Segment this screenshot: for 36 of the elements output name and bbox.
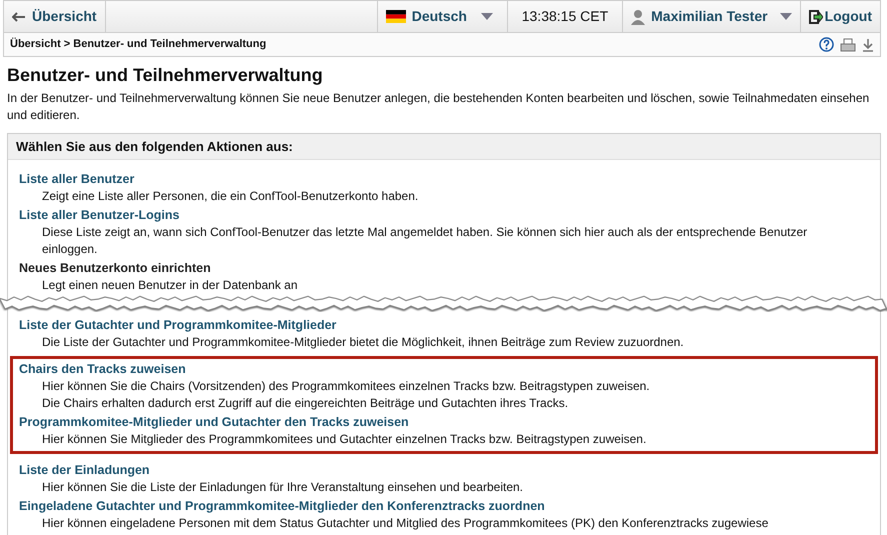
panel-heading: Wählen Sie aus den folgenden Aktionen aus: (8, 134, 880, 160)
action-link[interactable]: Eingeladene Gutachter und Programmkomitee-Mitglieder den Konferenztracks zuordnen (19, 498, 545, 515)
action-link[interactable]: Liste aller Benutzer (19, 171, 134, 188)
language-dropdown[interactable]: Deutsch (376, 1, 507, 32)
action-description: Zeigt eine Liste aller Personen, die ein ConfTool-Benutzerkonto haben. (41, 188, 420, 205)
action-title: Neues Benutzerkonto einrichten (19, 260, 211, 277)
print-icon[interactable] (840, 38, 856, 52)
action-description: Hier können eingeladene Personen mit dem Status Gutachter und Mitglied des Programmkomitees (PK) den Konferenztracks zugewiese (41, 515, 770, 532)
back-link[interactable]: Übersicht (4, 1, 105, 32)
action-description: einloggen. (41, 241, 98, 258)
caret-icon (480, 13, 493, 20)
download-icon[interactable] (862, 38, 874, 52)
action-description: Hier können Sie die Chairs (Vorsitzenden) des Programmkomitees einzelnen Tracks bzw. Beitragstypen zuweisen. (41, 378, 651, 395)
action-description: Hier können Sie Mitglieder des Programmkomitees und Gutachter einzelnen Tracks bzw. Beitragstypen zuweisen. (41, 431, 648, 448)
logout-button[interactable]: Logout (800, 1, 880, 32)
action-description: Die Chairs erhalten dadurch erst Zugriff auf die eingereichten Beiträge und Gutachten ihres Tracks. (41, 395, 570, 412)
action-description: Diese Liste zeigt an, wann sich ConfTool-Benutzer das letzte Mal angemeldet haben. Sie können sich hier auch als der entsprechende Benutzer (41, 224, 808, 241)
page-title: Benutzer- und Teilnehmerverwaltung (7, 64, 324, 86)
action-link[interactable]: Liste aller Benutzer-Logins (19, 207, 180, 224)
action-link[interactable]: Liste der Einladungen (19, 462, 150, 479)
action-link[interactable]: Liste der Gutachter und Programmkomitee-Mitglieder (19, 317, 336, 334)
back-arrow-icon (12, 12, 26, 22)
action-description: Die Liste der Gutachter und Programmkomitee-Mitglieder bietet die Möglichkeit, ihnen Beiträge zum Review zuzuordnen. (41, 334, 685, 351)
user-menu[interactable]: Maximilian Tester (622, 1, 800, 32)
action-description: Hier können Sie die Liste der Einladungen für Ihre Veranstaltung einsehen und bearbeiten. (41, 479, 524, 496)
logout-icon (808, 10, 823, 24)
user-icon (631, 8, 646, 24)
clock-time: 13:38:15 CET (520, 8, 610, 25)
action-link[interactable]: Chairs den Tracks zuweisen (19, 361, 186, 378)
breadcrumb: Übersicht > Benutzer- und Teilnehmerverwaltung (10, 36, 266, 52)
caret-icon (780, 13, 792, 20)
help-icon[interactable] (819, 37, 834, 52)
intro-paragraph: In der Benutzer- und Teilnehmerverwaltung können Sie neue Benutzer anlegen, die bestehenden Konten bearbeiten und löschen, sowie Teilnahmedaten einsehen und editieren. (7, 90, 870, 124)
action-link[interactable]: Programmkomitee-Mitglieder und Gutachter den Tracks zuweisen (19, 414, 409, 431)
flag-icon (386, 10, 406, 23)
action-description: Legt einen neuen Benutzer in der Datenbank an (41, 277, 299, 294)
